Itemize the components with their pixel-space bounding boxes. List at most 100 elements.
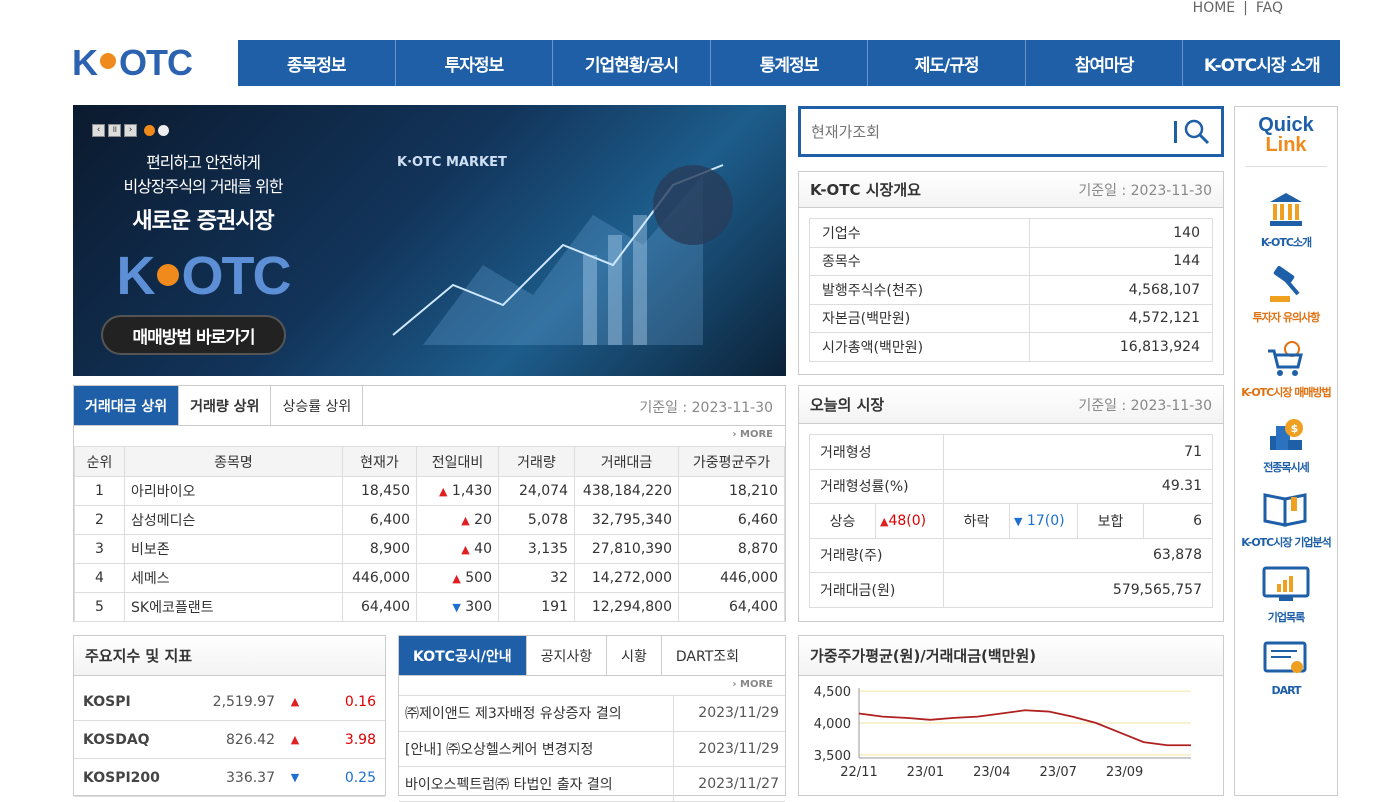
search-input[interactable] <box>811 119 1161 145</box>
cart-icon <box>1235 339 1337 382</box>
main-nav: 종목정보 투자정보 기업현황/공시 통계정보 제도/규정 참여마당 K-OTC시… <box>238 40 1340 86</box>
quick-link-label: K-OTC시장 매매방법 <box>1241 386 1332 399</box>
banner-graphic <box>392 164 733 345</box>
quick-link-title: Quick Link <box>1245 107 1327 167</box>
table-row: 발행주식수(천주) 4,568,107 <box>809 275 1214 305</box>
list-item[interactable]: [안내] ㈜오상헬스케어 변경지정 2023/11/29 <box>399 731 785 767</box>
price-search[interactable] <box>798 106 1224 157</box>
up-arrow-icon: ▲ <box>452 572 461 585</box>
hero-banner[interactable]: ‹ ॥ › 편리하고 안전하게 비상장주식의 거래를 위한 새로운 증권시장 KO… <box>73 105 786 376</box>
y-tick-label: 4,000 <box>814 717 851 732</box>
quick-link-label: DART <box>1271 684 1301 697</box>
quick-link-label: 전종목시세 <box>1263 461 1310 474</box>
quick-link-panel: Quick Link K-OTC소개투자자 유의사항 K-OTC시장 매매방법 $ 전종… <box>1234 106 1338 796</box>
price-line-chart: 4,500 4,000 3,50022/11 23/01 23/04 23/07 23/09 <box>814 685 1191 780</box>
banner-title: 새로운 증권시장 <box>132 209 274 234</box>
nav-item-regulation[interactable]: 제도/규정 <box>867 40 1025 86</box>
book-icon <box>1235 489 1337 532</box>
search-icon[interactable] <box>1183 118 1211 146</box>
nav-item-about[interactable]: K-OTC시장 소개 <box>1182 40 1340 86</box>
prev-icon[interactable]: ‹ <box>92 124 105 137</box>
quick-link-label: K-OTC소개 <box>1260 236 1312 249</box>
quick-link-label: 투자자 유의사항 <box>1252 311 1321 324</box>
table-row: 종목수 144 <box>809 246 1214 276</box>
x-tick-label: 22/11 <box>840 765 877 780</box>
news-more-link[interactable]: › MORE <box>399 676 785 696</box>
table-row: 기업수 140 <box>809 218 1214 248</box>
banner-brand: K·OTC MARKET <box>397 155 507 170</box>
ranking-date: 기준일 : 2023-11-30 <box>639 400 773 416</box>
pause-icon[interactable]: ॥ <box>108 124 121 137</box>
top-links: HOME | FAQ <box>1192 0 1283 16</box>
quick-link-item[interactable]: K-OTC소개 <box>1235 189 1337 250</box>
x-tick-label: 23/04 <box>973 765 1010 780</box>
faq-link[interactable]: FAQ <box>1256 0 1283 16</box>
y-tick-label: 4,500 <box>814 685 851 700</box>
table-row[interactable]: 3 비보존 8,900 ▲ 40 3,135 27,810,390 8,870 <box>74 534 785 564</box>
table-row[interactable]: 5 SK에코플랜트 64,400 ▼ 300 191 12,294,800 64,400 <box>74 592 785 622</box>
slide-dot[interactable] <box>158 125 169 136</box>
table-row[interactable]: 1 아리바이오 18,450 ▲ 1,430 24,074 438,184,220 18,2… <box>74 476 785 506</box>
chart-title: 가중주가평균(원)/거래대금(백만원) <box>810 647 1037 665</box>
quick-link-item[interactable]: DART <box>1235 639 1337 697</box>
quick-link-item[interactable]: $ 전종목시세 <box>1235 414 1337 475</box>
tab-kotc-disclosure[interactable]: KOTC공시/안내 <box>399 636 527 675</box>
ranking-table: 순위 종목명 현재가 전일대비 거래량 거래대금 가중평균주가 1 아리바이오 18… <box>74 446 785 622</box>
nav-item-company-disclosure[interactable]: 기업현황/공시 <box>552 40 710 86</box>
banner-subtitle: 편리하고 안전하게 비상장주식의 거래를 위한 <box>123 153 283 196</box>
x-tick-label: 23/07 <box>1039 765 1076 780</box>
home-link[interactable]: HOME <box>1193 0 1235 16</box>
banner-logo: K OTC <box>116 246 292 306</box>
tab-notice[interactable]: 공지사항 <box>527 636 608 675</box>
down-arrow-icon: ▼ <box>290 771 300 784</box>
nav-item-stock-info[interactable]: 종목정보 <box>238 40 395 86</box>
svg-text:$: $ <box>1291 422 1298 435</box>
tab-dart[interactable]: DART조회 <box>662 636 753 675</box>
indices-title: 주요지수 및 지표 <box>85 647 193 665</box>
tab-rise-rate[interactable]: 상승률 상위 <box>271 386 364 425</box>
tab-market-report[interactable]: 시황 <box>607 636 662 675</box>
index-row-kospi[interactable]: KOSPI 2,519.97 ▲ 0.16 <box>74 683 385 721</box>
indices-panel: 주요지수 및 지표 KOSPI 2,519.97 ▲ 0.16 KOSDAQ 826.4… <box>73 635 386 797</box>
quick-link-item[interactable]: 투자자 유의사항 <box>1235 264 1337 325</box>
up-arrow-icon: ▲ <box>438 485 448 498</box>
index-row-kosdaq[interactable]: KOSDAQ 826.42 ▲ 3.98 <box>74 721 385 759</box>
x-tick-label: 23/01 <box>907 765 944 780</box>
tab-trade-amount[interactable]: 거래대금 상위 <box>74 386 180 425</box>
logo[interactable]: K OTC <box>72 42 212 83</box>
nav-item-invest-info[interactable]: 투자정보 <box>394 40 553 86</box>
table-row[interactable]: 4 세메스 446,000 ▲ 500 32 14,272,000 446,000 <box>74 563 785 593</box>
today-table: 거래형성 71 거래형성률(%) 49.31 상승 ▲48(0) 하락 ▼ 17(0… <box>809 434 1213 608</box>
index-row-kospi200[interactable]: KOSPI200 336.37 ▼ 0.25 <box>74 759 385 797</box>
x-tick-label: 23/09 <box>1106 765 1143 780</box>
table-row[interactable]: 2 삼성메디슨 6,400 ▲ 20 5,078 32,795,340 6,460 <box>74 505 785 535</box>
nav-item-community[interactable]: 참여마당 <box>1024 40 1183 86</box>
banner-controls: ‹ ॥ › <box>92 124 169 137</box>
quick-link-item[interactable]: K-OTC시장 매매방법 <box>1235 339 1337 400</box>
ranking-panel: 거래대금 상위 거래량 상위 상승률 상위 기준일 : 2023-11-30 ›… <box>73 385 786 622</box>
bank-icon <box>1235 189 1337 232</box>
table-row: 시가총액(백만원) 16,813,924 <box>809 332 1214 362</box>
today-date: 기준일 : 2023-11-30 <box>1078 397 1212 414</box>
quick-link-label: K-OTC시장 기업분석 <box>1241 536 1332 549</box>
y-tick-label: 3,500 <box>814 749 851 764</box>
list-item[interactable]: ㈜제이앤드 제3자배정 유상증자 결의 2023/11/29 <box>399 696 785 732</box>
quick-link-item[interactable]: 기업목록 <box>1235 564 1337 625</box>
price-chart-panel: 가중주가평균(원)/거래대금(백만원) 4,500 4,000 3,500 22/11… <box>798 635 1224 796</box>
next-icon[interactable]: › <box>124 124 137 137</box>
up-arrow-icon: ▲ <box>461 543 470 556</box>
monitor-icon <box>1235 564 1337 607</box>
quick-link-item[interactable]: K-OTC시장 기업분석 <box>1235 489 1337 550</box>
news-table: ㈜제이앤드 제3자배정 유상증자 결의 2023/11/29 [안내] ㈜오상헬스… <box>399 696 785 802</box>
slide-dot[interactable] <box>144 125 155 136</box>
overview-table: 기업수 140 종목수 144 발행주식수(천주) 4,568,107 자본금(백만원… <box>809 218 1214 362</box>
overview-title: K-OTC 시장개요 <box>810 181 921 199</box>
tab-trade-volume[interactable]: 거래량 상위 <box>179 386 272 425</box>
up-arrow-icon: ▲ <box>290 733 300 746</box>
market-overview-panel: K-OTC 시장개요 기준일 : 2023-11-30 기업수 140 종목수 144… <box>798 171 1224 375</box>
trading-method-button[interactable]: 매매방법 바로가기 <box>101 315 286 355</box>
nav-item-statistics[interactable]: 통계정보 <box>709 40 868 86</box>
ranking-more-link[interactable]: › MORE <box>74 426 785 446</box>
today-market-panel: 오늘의 시장 기준일 : 2023-11-30 거래형성 71 거래형성률(%) 49… <box>798 385 1224 622</box>
news-panel: KOTC공시/안내 공지사항 시황 DART조회 › MORE ㈜제이앤드 제3… <box>398 635 786 802</box>
